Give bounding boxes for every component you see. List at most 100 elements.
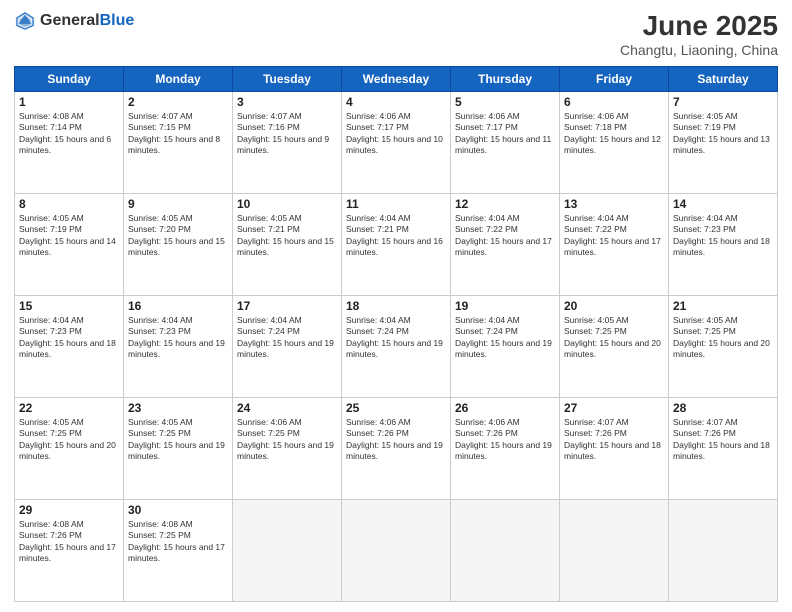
cell-details: Sunrise: 4:05 AM Sunset: 7:21 PM Dayligh… — [237, 213, 337, 259]
cell-details: Sunrise: 4:06 AM Sunset: 7:25 PM Dayligh… — [237, 417, 337, 463]
table-row: 19 Sunrise: 4:04 AM Sunset: 7:24 PM Dayli… — [451, 296, 560, 398]
day-number: 6 — [564, 95, 664, 109]
header: GeneralBlue June 2025 Changtu, Liaoning,… — [14, 10, 778, 58]
day-number: 27 — [564, 401, 664, 415]
table-row: 12 Sunrise: 4:04 AM Sunset: 7:22 PM Dayli… — [451, 194, 560, 296]
cell-details: Sunrise: 4:05 AM Sunset: 7:25 PM Dayligh… — [128, 417, 228, 463]
day-number: 5 — [455, 95, 555, 109]
day-number: 9 — [128, 197, 228, 211]
cell-details: Sunrise: 4:06 AM Sunset: 7:17 PM Dayligh… — [455, 111, 555, 157]
table-row: 2 Sunrise: 4:07 AM Sunset: 7:15 PM Daylig… — [124, 92, 233, 194]
cell-details: Sunrise: 4:08 AM Sunset: 7:26 PM Dayligh… — [19, 519, 119, 565]
table-row: 14 Sunrise: 4:04 AM Sunset: 7:23 PM Dayli… — [669, 194, 778, 296]
table-row — [342, 500, 451, 602]
cell-details: Sunrise: 4:06 AM Sunset: 7:17 PM Dayligh… — [346, 111, 446, 157]
day-number: 12 — [455, 197, 555, 211]
day-number: 20 — [564, 299, 664, 313]
day-number: 25 — [346, 401, 446, 415]
table-row — [560, 500, 669, 602]
day-number: 14 — [673, 197, 773, 211]
logo-general: General — [40, 12, 100, 29]
logo: GeneralBlue — [14, 10, 134, 32]
cell-details: Sunrise: 4:05 AM Sunset: 7:19 PM Dayligh… — [19, 213, 119, 259]
table-row: 25 Sunrise: 4:06 AM Sunset: 7:26 PM Dayli… — [342, 398, 451, 500]
header-friday: Friday — [560, 67, 669, 92]
cell-details: Sunrise: 4:05 AM Sunset: 7:20 PM Dayligh… — [128, 213, 228, 259]
cell-details: Sunrise: 4:04 AM Sunset: 7:22 PM Dayligh… — [455, 213, 555, 259]
table-row: 26 Sunrise: 4:06 AM Sunset: 7:26 PM Dayli… — [451, 398, 560, 500]
table-row: 6 Sunrise: 4:06 AM Sunset: 7:18 PM Daylig… — [560, 92, 669, 194]
day-number: 21 — [673, 299, 773, 313]
day-number: 26 — [455, 401, 555, 415]
main-title: June 2025 — [620, 10, 778, 42]
day-number: 19 — [455, 299, 555, 313]
table-row: 28Sunrise: 4:07 AM Sunset: 7:26 PM Dayli… — [669, 398, 778, 500]
day-number: 24 — [237, 401, 337, 415]
title-block: June 2025 Changtu, Liaoning, China — [620, 10, 778, 58]
header-saturday: Saturday — [669, 67, 778, 92]
calendar-table: Sunday Monday Tuesday Wednesday Thursday… — [14, 66, 778, 602]
table-row: 30Sunrise: 4:08 AM Sunset: 7:25 PM Dayli… — [124, 500, 233, 602]
table-row: 8 Sunrise: 4:05 AM Sunset: 7:19 PM Daylig… — [15, 194, 124, 296]
table-row — [669, 500, 778, 602]
calendar-week-row: 1 Sunrise: 4:08 AM Sunset: 7:14 PM Daylig… — [15, 92, 778, 194]
cell-details: Sunrise: 4:07 AM Sunset: 7:26 PM Dayligh… — [673, 417, 773, 463]
cell-details: Sunrise: 4:05 AM Sunset: 7:19 PM Dayligh… — [673, 111, 773, 157]
cell-details: Sunrise: 4:07 AM Sunset: 7:16 PM Dayligh… — [237, 111, 337, 157]
day-number: 8 — [19, 197, 119, 211]
table-row: 27 Sunrise: 4:07 AM Sunset: 7:26 PM Dayli… — [560, 398, 669, 500]
cell-details: Sunrise: 4:05 AM Sunset: 7:25 PM Dayligh… — [673, 315, 773, 361]
day-number: 10 — [237, 197, 337, 211]
table-row: 1 Sunrise: 4:08 AM Sunset: 7:14 PM Daylig… — [15, 92, 124, 194]
day-number: 2 — [128, 95, 228, 109]
cell-details: Sunrise: 4:04 AM Sunset: 7:24 PM Dayligh… — [346, 315, 446, 361]
day-number: 4 — [346, 95, 446, 109]
table-row: 11Sunrise: 4:04 AM Sunset: 7:21 PM Dayli… — [342, 194, 451, 296]
cell-details: Sunrise: 4:04 AM Sunset: 7:23 PM Dayligh… — [19, 315, 119, 361]
table-row: 10 Sunrise: 4:05 AM Sunset: 7:21 PM Dayli… — [233, 194, 342, 296]
table-row: 21 Sunrise: 4:05 AM Sunset: 7:25 PM Dayli… — [669, 296, 778, 398]
cell-details: Sunrise: 4:07 AM Sunset: 7:15 PM Dayligh… — [128, 111, 228, 157]
day-number: 17 — [237, 299, 337, 313]
table-row: 24 Sunrise: 4:06 AM Sunset: 7:25 PM Dayli… — [233, 398, 342, 500]
day-number: 22 — [19, 401, 119, 415]
table-row: 16Sunrise: 4:04 AM Sunset: 7:23 PM Dayli… — [124, 296, 233, 398]
calendar-header-row: Sunday Monday Tuesday Wednesday Thursday… — [15, 67, 778, 92]
cell-details: Sunrise: 4:04 AM Sunset: 7:23 PM Dayligh… — [673, 213, 773, 259]
table-row: 7 Sunrise: 4:05 AM Sunset: 7:19 PM Daylig… — [669, 92, 778, 194]
table-row: 22 Sunrise: 4:05 AM Sunset: 7:25 PM Dayli… — [15, 398, 124, 500]
page: GeneralBlue June 2025 Changtu, Liaoning,… — [0, 0, 792, 612]
table-row: 5 Sunrise: 4:06 AM Sunset: 7:17 PM Daylig… — [451, 92, 560, 194]
table-row: 13Sunrise: 4:04 AM Sunset: 7:22 PM Dayli… — [560, 194, 669, 296]
header-tuesday: Tuesday — [233, 67, 342, 92]
header-sunday: Sunday — [15, 67, 124, 92]
table-row: 3 Sunrise: 4:07 AM Sunset: 7:16 PM Daylig… — [233, 92, 342, 194]
day-number: 29 — [19, 503, 119, 517]
cell-details: Sunrise: 4:06 AM Sunset: 7:26 PM Dayligh… — [455, 417, 555, 463]
location-subtitle: Changtu, Liaoning, China — [620, 42, 778, 58]
day-number: 11 — [346, 197, 446, 211]
cell-details: Sunrise: 4:04 AM Sunset: 7:23 PM Dayligh… — [128, 315, 228, 361]
cell-details: Sunrise: 4:07 AM Sunset: 7:26 PM Dayligh… — [564, 417, 664, 463]
cell-details: Sunrise: 4:04 AM Sunset: 7:24 PM Dayligh… — [455, 315, 555, 361]
cell-details: Sunrise: 4:08 AM Sunset: 7:14 PM Dayligh… — [19, 111, 119, 157]
day-number: 15 — [19, 299, 119, 313]
calendar-week-row: 29 Sunrise: 4:08 AM Sunset: 7:26 PM Dayli… — [15, 500, 778, 602]
cell-details: Sunrise: 4:05 AM Sunset: 7:25 PM Dayligh… — [19, 417, 119, 463]
logo-wordmark: GeneralBlue — [40, 12, 134, 30]
day-number: 30 — [128, 503, 228, 517]
cell-details: Sunrise: 4:06 AM Sunset: 7:18 PM Dayligh… — [564, 111, 664, 157]
header-thursday: Thursday — [451, 67, 560, 92]
table-row — [451, 500, 560, 602]
day-number: 7 — [673, 95, 773, 109]
cell-details: Sunrise: 4:04 AM Sunset: 7:24 PM Dayligh… — [237, 315, 337, 361]
logo-blue: Blue — [100, 12, 135, 29]
header-monday: Monday — [124, 67, 233, 92]
table-row: 20Sunrise: 4:05 AM Sunset: 7:25 PM Dayli… — [560, 296, 669, 398]
day-number: 1 — [19, 95, 119, 109]
calendar-week-row: 8 Sunrise: 4:05 AM Sunset: 7:19 PM Daylig… — [15, 194, 778, 296]
day-number: 3 — [237, 95, 337, 109]
cell-details: Sunrise: 4:04 AM Sunset: 7:22 PM Dayligh… — [564, 213, 664, 259]
cell-details: Sunrise: 4:06 AM Sunset: 7:26 PM Dayligh… — [346, 417, 446, 463]
table-row: 17 Sunrise: 4:04 AM Sunset: 7:24 PM Dayli… — [233, 296, 342, 398]
